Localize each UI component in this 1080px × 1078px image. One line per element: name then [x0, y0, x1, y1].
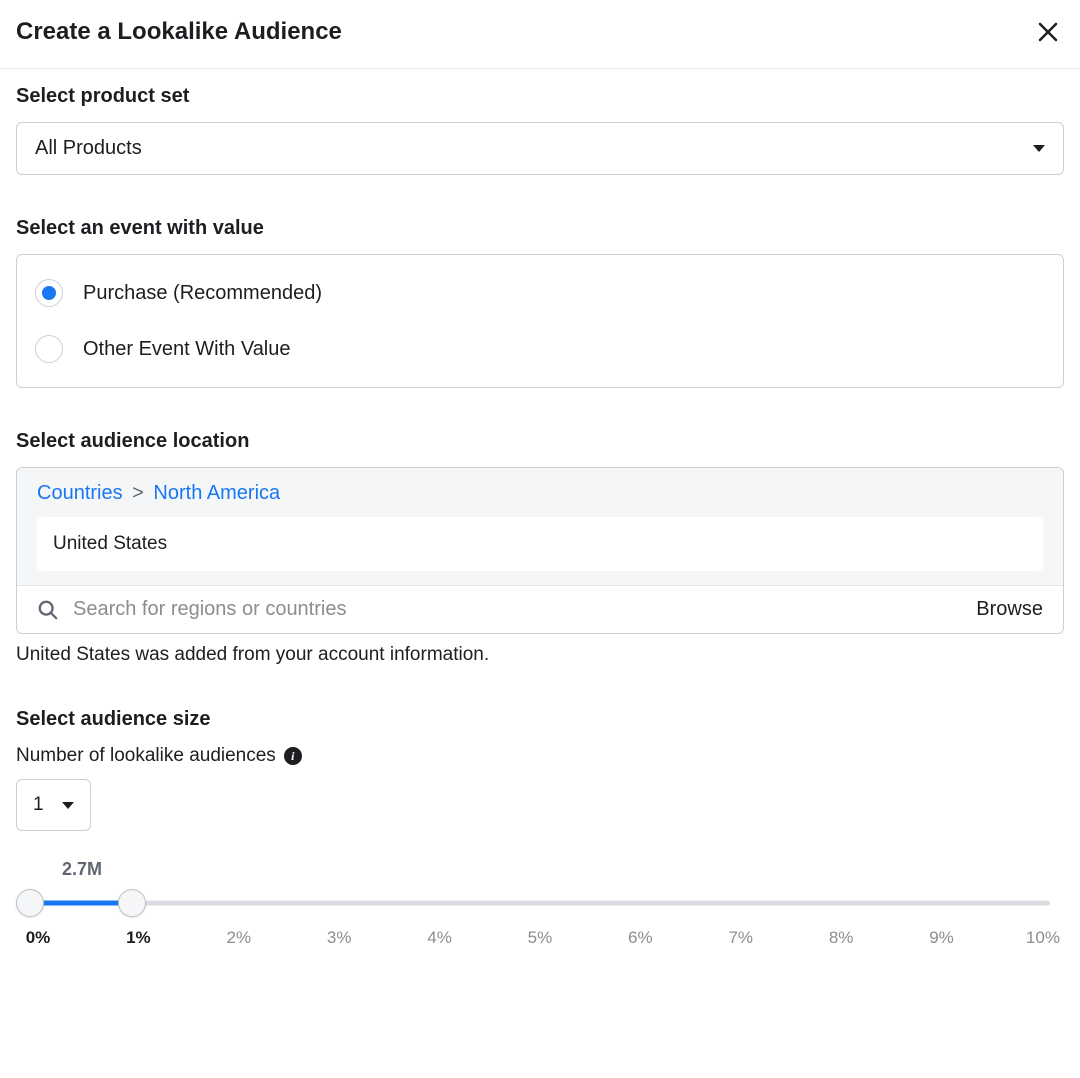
slider-ticks: 0% 1% 2% 3% 4% 5% 6% 7% 8% 9% 10% — [16, 928, 1064, 948]
product-set-dropdown[interactable]: All Products — [16, 122, 1064, 175]
location-chip-text: United States — [53, 533, 167, 554]
radio-indicator — [35, 279, 63, 307]
product-set-label: Select product set — [16, 85, 1064, 108]
section-size: Select audience size Number of lookalike… — [16, 708, 1064, 948]
location-box: Countries > North America United States … — [16, 467, 1064, 634]
event-option-label: Purchase (Recommended) — [83, 282, 322, 305]
close-button[interactable] — [1032, 16, 1064, 48]
location-breadcrumb: Countries > North America — [37, 482, 1043, 505]
count-label: Number of lookalike audiences — [16, 745, 276, 767]
breadcrumb-countries[interactable]: Countries — [37, 482, 123, 504]
slider-fill — [30, 901, 132, 906]
event-radio-group: Purchase (Recommended) Other Event With … — [16, 254, 1064, 388]
slider-track — [30, 901, 1050, 906]
size-slider: 2.7M 0% 1% 2% 3% 4% 5% 6% 7% 8% 9% 10% — [16, 859, 1064, 948]
count-value: 1 — [33, 794, 44, 816]
browse-link[interactable]: Browse — [976, 598, 1043, 621]
info-icon[interactable]: i — [284, 747, 302, 765]
tick-10: 10% — [1026, 928, 1058, 948]
size-label: Select audience size — [16, 708, 1064, 731]
close-icon — [1036, 20, 1060, 44]
slider-value-label: 2.7M — [62, 859, 1064, 880]
location-chip[interactable]: United States — [37, 517, 1043, 571]
tick-3: 3% — [323, 928, 355, 948]
breadcrumb-region[interactable]: North America — [153, 482, 280, 504]
tick-4: 4% — [424, 928, 456, 948]
location-label: Select audience location — [16, 430, 1064, 453]
slider-handle-low[interactable] — [16, 889, 44, 917]
tick-6: 6% — [624, 928, 656, 948]
caret-down-icon — [62, 802, 74, 809]
caret-down-icon — [1033, 145, 1045, 152]
tick-9: 9% — [926, 928, 958, 948]
count-dropdown[interactable]: 1 — [16, 779, 91, 831]
event-label: Select an event with value — [16, 217, 1064, 240]
location-search-input[interactable] — [73, 598, 962, 621]
tick-7: 7% — [725, 928, 757, 948]
location-breadcrumb-area: Countries > North America United States — [17, 468, 1063, 585]
section-location: Select audience location Countries > Nor… — [16, 430, 1064, 666]
tick-0: 0% — [22, 928, 54, 948]
dialog-content: Select product set All Products Select a… — [0, 69, 1080, 974]
breadcrumb-separator: > — [132, 482, 144, 504]
count-label-row: Number of lookalike audiences i — [16, 745, 1064, 767]
tick-1: 1% — [122, 928, 154, 948]
dialog-title: Create a Lookalike Audience — [16, 18, 342, 46]
tick-2: 2% — [223, 928, 255, 948]
product-set-selected: All Products — [35, 137, 142, 160]
tick-8: 8% — [825, 928, 857, 948]
slider-track-container[interactable] — [30, 888, 1050, 918]
section-event: Select an event with value Purchase (Rec… — [16, 217, 1064, 388]
radio-indicator — [35, 335, 63, 363]
dialog-header: Create a Lookalike Audience — [0, 0, 1080, 69]
event-option-other[interactable]: Other Event With Value — [35, 321, 1045, 377]
event-option-purchase[interactable]: Purchase (Recommended) — [35, 265, 1045, 321]
event-option-label: Other Event With Value — [83, 338, 291, 361]
search-icon — [37, 599, 59, 621]
slider-handle-high[interactable] — [118, 889, 146, 917]
location-helper-text: United States was added from your accoun… — [16, 644, 1064, 666]
tick-5: 5% — [524, 928, 556, 948]
location-search-row: Browse — [17, 585, 1063, 633]
section-product-set: Select product set All Products — [16, 85, 1064, 175]
